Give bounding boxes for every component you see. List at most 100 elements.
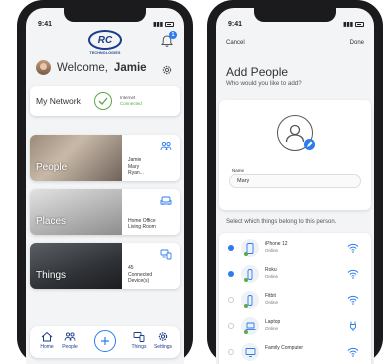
page-subtitle: Who would you like to add? bbox=[226, 80, 302, 87]
device-status: Online bbox=[265, 300, 279, 305]
page-title: Add People bbox=[226, 65, 289, 79]
nav-things-label: Things bbox=[131, 344, 147, 350]
things-line: Connected bbox=[128, 271, 153, 278]
device-row[interactable]: Family Computer bbox=[219, 342, 371, 362]
places-card-summary: Home Office Living Room bbox=[128, 218, 156, 230]
places-photo bbox=[30, 189, 122, 235]
check-icon bbox=[94, 92, 112, 110]
things-photo bbox=[30, 243, 122, 289]
signal-icon: ▮▮▮ bbox=[343, 21, 353, 28]
device-row[interactable]: Fitbit Online bbox=[219, 290, 371, 310]
wifi-icon bbox=[347, 243, 359, 253]
home-screen: 9:41 ▮▮▮ RC TECHNOLOGIES 1 Welcome, Jami… bbox=[26, 8, 184, 364]
bottom-navigation: Home People Things Settings bbox=[30, 326, 180, 358]
welcome-name: Jamie bbox=[113, 61, 147, 74]
device-status: Online bbox=[265, 274, 279, 279]
device-list: iPhone 12 Online Roku Online Fitbit Onli… bbox=[219, 233, 371, 364]
plus-icon bbox=[101, 337, 109, 345]
logo-mark: RC bbox=[88, 30, 122, 50]
device-name: iPhone 12 bbox=[265, 241, 288, 247]
phone-notch bbox=[64, 8, 146, 22]
nav-settings[interactable]: Settings bbox=[152, 331, 174, 350]
computer-icon bbox=[241, 343, 259, 361]
wifi-icon bbox=[347, 269, 359, 279]
wifi-icon bbox=[347, 295, 359, 305]
people-icon bbox=[64, 332, 76, 341]
status-icons: ▮▮▮ bbox=[343, 21, 364, 28]
device-radio[interactable] bbox=[228, 349, 234, 355]
things-prompt: Select which things belong to this perso… bbox=[226, 219, 337, 225]
device-radio[interactable] bbox=[228, 271, 234, 277]
wifi-icon bbox=[347, 347, 359, 357]
brand-logo: RC TECHNOLOGIES bbox=[86, 30, 124, 55]
profile-card: Name Mary bbox=[219, 100, 371, 210]
things-card[interactable]: Things 45 Connected Device(s) bbox=[30, 243, 180, 289]
nav-people[interactable]: People bbox=[59, 331, 81, 350]
pencil-icon bbox=[307, 141, 313, 147]
notification-badge: 1 bbox=[169, 31, 177, 39]
device-radio[interactable] bbox=[228, 323, 234, 329]
things-card-summary: 45 Connected Device(s) bbox=[128, 265, 152, 284]
device-row[interactable]: Roku Online bbox=[219, 264, 371, 284]
device-status: Online bbox=[265, 248, 279, 253]
people-card[interactable]: People Jamie Mary Ryan... bbox=[30, 135, 180, 181]
device-radio[interactable] bbox=[228, 297, 234, 303]
network-status-key: Internet bbox=[120, 95, 136, 100]
network-status-value: Connected bbox=[120, 101, 142, 106]
gear-icon bbox=[162, 65, 172, 75]
device-radio[interactable] bbox=[228, 245, 234, 251]
done-button[interactable]: Done bbox=[350, 40, 364, 46]
profile-photo-button[interactable] bbox=[277, 115, 315, 151]
places-card[interactable]: Places Home Office Living Room bbox=[30, 189, 180, 235]
network-status: Internet Connected bbox=[120, 95, 142, 107]
fitbit-icon bbox=[241, 291, 259, 309]
nav-things[interactable]: Things bbox=[128, 331, 150, 350]
places-line: Home Office bbox=[128, 217, 156, 224]
devices-icon bbox=[160, 249, 172, 260]
things-line: Device(s) bbox=[128, 277, 150, 284]
nav-home[interactable]: Home bbox=[36, 331, 58, 350]
status-icons: ▮▮▮ bbox=[153, 21, 174, 28]
welcome-greeting: Welcome, bbox=[57, 61, 108, 74]
avatar[interactable] bbox=[36, 60, 51, 75]
nav-settings-label: Settings bbox=[153, 344, 173, 350]
network-label: My Network bbox=[36, 96, 81, 106]
ethernet-icon bbox=[350, 321, 356, 331]
places-card-title: Places bbox=[36, 216, 67, 227]
remote-icon bbox=[241, 265, 259, 283]
status-time: 9:41 bbox=[228, 20, 243, 28]
battery-icon bbox=[355, 21, 364, 27]
device-row[interactable]: iPhone 12 Online bbox=[219, 238, 371, 258]
logo-subtitle: TECHNOLOGIES bbox=[89, 51, 121, 55]
device-name: Family Computer bbox=[265, 345, 304, 351]
nav-people-label: People bbox=[62, 344, 78, 350]
device-row[interactable]: Laptop Online bbox=[219, 316, 371, 336]
people-line: Ryan... bbox=[128, 169, 144, 176]
nav-home-label: Home bbox=[40, 344, 54, 350]
phone-notch bbox=[254, 8, 336, 22]
signal-icon: ▮▮▮ bbox=[153, 21, 163, 28]
edit-photo-button[interactable] bbox=[304, 139, 315, 150]
settings-button[interactable] bbox=[161, 63, 173, 75]
device-name: Laptop bbox=[265, 319, 281, 325]
people-card-summary: Jamie Mary Ryan... bbox=[128, 157, 144, 176]
add-people-screen: 9:41 ▮▮▮ Cancel Done Add People Who woul… bbox=[216, 8, 374, 364]
devices-icon bbox=[133, 332, 145, 342]
name-field[interactable]: Mary bbox=[229, 174, 361, 188]
home-phone: 9:41 ▮▮▮ RC TECHNOLOGIES 1 Welcome, Jami… bbox=[17, 0, 193, 364]
gear-icon bbox=[158, 332, 168, 341]
cancel-button[interactable]: Cancel bbox=[226, 40, 245, 46]
device-name: Roku bbox=[265, 267, 277, 273]
people-photo bbox=[30, 135, 122, 181]
notifications-button[interactable]: 1 bbox=[160, 31, 177, 48]
home-icon bbox=[41, 331, 53, 342]
places-line: Living Room bbox=[128, 223, 156, 230]
people-icon bbox=[160, 141, 172, 151]
laptop-icon bbox=[241, 317, 259, 335]
phone-icon bbox=[241, 239, 259, 257]
my-network-card[interactable]: My Network Internet Connected bbox=[30, 86, 180, 116]
add-button[interactable] bbox=[94, 330, 116, 352]
things-card-title: Things bbox=[36, 270, 67, 281]
battery-icon bbox=[165, 21, 174, 27]
user-icon bbox=[285, 124, 305, 143]
